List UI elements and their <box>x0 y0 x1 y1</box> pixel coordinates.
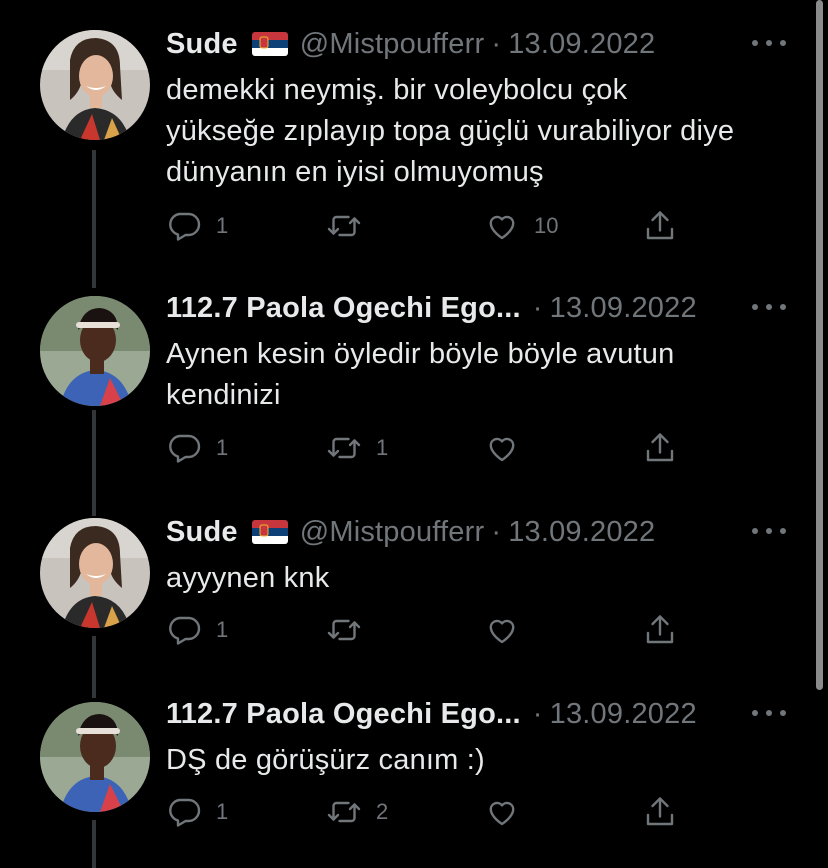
tweet[interactable]: Sude @Mistpoufferr · 13.09.2022 ayyynen … <box>0 514 810 664</box>
tweet-header: Sude @Mistpoufferr · 13.09.2022 <box>166 514 655 550</box>
separator-dot: · <box>532 291 543 324</box>
more-options-icon[interactable] <box>752 702 786 724</box>
more-options-icon[interactable] <box>752 520 786 542</box>
separator-dot: · <box>491 27 502 60</box>
display-name[interactable]: 112.7 Paola Ogechi Ego... <box>166 292 521 325</box>
tweet-text: DŞ de görüşürz canım :) <box>166 744 485 776</box>
retweet-button[interactable]: 1 <box>326 428 388 468</box>
retweet-icon <box>327 619 361 641</box>
serbia-flag-icon <box>251 32 288 56</box>
reply-count: 1 <box>216 213 229 238</box>
like-button[interactable] <box>484 428 534 468</box>
serbia-flag-icon <box>251 520 288 544</box>
user-handle[interactable]: @Mistpoufferr <box>300 516 485 549</box>
heart-icon <box>489 619 515 644</box>
retweet-button[interactable]: 2 <box>326 792 388 832</box>
share-icon <box>646 615 674 644</box>
tweet-text: Aynen kesin öyledir böyle böyle avutun k… <box>166 338 675 411</box>
tweet-actions: 1 2 <box>166 792 686 832</box>
user-handle[interactable]: @Mistpoufferr <box>300 28 485 61</box>
display-name[interactable]: Sude <box>166 28 238 61</box>
tweet-actions: 1 10 <box>166 206 686 246</box>
more-options-icon[interactable] <box>752 32 786 54</box>
reply-button[interactable]: 1 <box>166 610 228 650</box>
tweet-header: 112.7 Paola Ogechi Ego... · 13.09.2022 <box>166 290 697 326</box>
reply-button[interactable]: 1 <box>166 792 228 832</box>
tweet[interactable]: 112.7 Paola Ogechi Ego... · 13.09.2022 A… <box>0 290 810 490</box>
tweet-date[interactable]: 13.09.2022 <box>508 28 655 61</box>
heart-icon <box>489 215 515 240</box>
retweet-button[interactable] <box>326 610 376 650</box>
display-name[interactable]: Sude <box>166 516 238 549</box>
reply-icon <box>169 212 201 241</box>
retweet-icon <box>327 437 361 459</box>
tweet-text: demekki neymiş. bir voleybolcu çok yükse… <box>166 74 735 188</box>
share-button[interactable] <box>642 610 678 650</box>
retweet-count: 2 <box>376 799 389 824</box>
tweet-date[interactable]: 13.09.2022 <box>550 698 697 731</box>
heart-icon <box>489 801 515 826</box>
share-icon <box>646 797 674 826</box>
reply-count: 1 <box>216 617 229 642</box>
reply-icon <box>169 798 201 827</box>
heart-icon <box>489 437 515 462</box>
reply-icon <box>169 434 201 463</box>
separator-dot: · <box>491 515 502 548</box>
like-button[interactable]: 10 <box>484 206 558 246</box>
like-count: 10 <box>534 213 559 238</box>
tweet[interactable]: 112.7 Paola Ogechi Ego... · 13.09.2022 D… <box>0 696 810 846</box>
like-button[interactable] <box>484 610 534 650</box>
tweet-header: Sude @Mistpoufferr · 13.09.2022 <box>166 26 655 62</box>
reply-button[interactable]: 1 <box>166 428 228 468</box>
display-name[interactable]: 112.7 Paola Ogechi Ego... <box>166 698 521 731</box>
retweet-button[interactable] <box>326 206 376 246</box>
scrollbar[interactable] <box>816 0 823 690</box>
retweet-count: 1 <box>376 435 389 460</box>
avatar-paola[interactable] <box>40 296 150 406</box>
more-options-icon[interactable] <box>752 296 786 318</box>
tweet[interactable]: Sude @Mistpoufferr · 13.09.2022 demekki … <box>0 26 810 256</box>
tweet-actions: 1 1 <box>166 428 686 468</box>
share-button[interactable] <box>642 428 678 468</box>
share-button[interactable] <box>642 206 678 246</box>
tweet-text: ayyynen knk <box>166 562 330 594</box>
reply-icon <box>169 616 201 645</box>
avatar-paola[interactable] <box>40 702 150 812</box>
tweet-date[interactable]: 13.09.2022 <box>508 516 655 549</box>
avatar-sude[interactable] <box>40 518 150 628</box>
reply-count: 1 <box>216 435 229 460</box>
retweet-icon <box>327 215 361 237</box>
avatar-sude[interactable] <box>40 30 150 140</box>
tweet-header: 112.7 Paola Ogechi Ego... · 13.09.2022 <box>166 696 697 732</box>
like-button[interactable] <box>484 792 534 832</box>
separator-dot: · <box>532 697 543 730</box>
share-button[interactable] <box>642 792 678 832</box>
share-icon <box>646 211 674 240</box>
retweet-icon <box>327 801 361 823</box>
share-icon <box>646 433 674 462</box>
tweet-actions: 1 <box>166 610 686 650</box>
reply-count: 1 <box>216 799 229 824</box>
reply-button[interactable]: 1 <box>166 206 228 246</box>
tweet-date[interactable]: 13.09.2022 <box>550 292 697 325</box>
